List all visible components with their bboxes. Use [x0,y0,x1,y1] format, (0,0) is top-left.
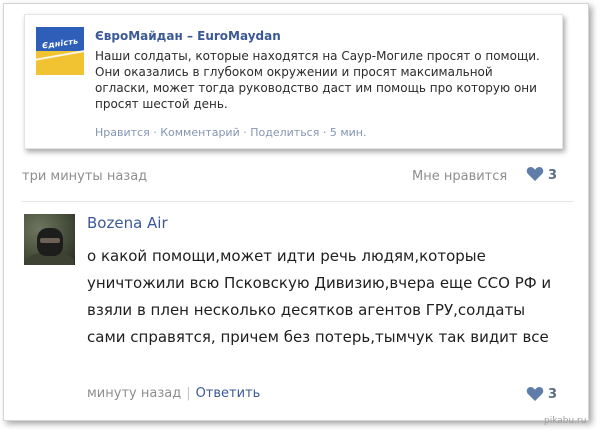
reply-link[interactable]: Ответить [196,386,261,401]
commenter-avatar[interactable] [24,214,75,265]
watermark: pikabu.ru [544,416,587,426]
separator: · [243,126,247,139]
heart-icon[interactable] [526,386,544,402]
separator: | [186,386,191,401]
post-comment-link[interactable]: Комментарий [160,126,240,139]
commenter-name[interactable]: Bozena Air [87,214,168,232]
like-button[interactable]: Мне нравится [412,169,507,184]
separator: · [322,126,327,139]
like-count: 3 [548,387,558,402]
avatar-eyes [40,238,60,243]
post-actions: Нравится · Комментарий · Поделиться · 5 … [95,126,367,139]
quoted-post-card: Єдність ЄвроМайдан – EuroMaydan Наши сол… [24,14,563,149]
post-timestamp[interactable]: 5 мин. [330,126,367,139]
post-text: Наши солдаты, которые находятся на Саур-… [95,49,540,111]
comment-divider [22,201,574,202]
post-like-link[interactable]: Нравится [95,126,150,139]
comment-timestamp[interactable]: минуту назад [87,386,181,401]
comment-timestamp[interactable]: три минуты назад [22,169,147,184]
screenshot-frame: Єдність ЄвроМайдан – EuroMaydan Наши сол… [3,3,589,421]
post-author[interactable]: ЄвроМайдан – EuroMaydan [95,29,281,43]
comment-meta: минуту назад | Ответить [87,386,260,401]
like-count: 3 [548,168,558,183]
comment-text: о какой помощи,может идти речь людям,кот… [87,247,552,346]
page-avatar[interactable]: Єдність [36,27,84,75]
heart-icon[interactable] [526,166,544,182]
avatar-logo-text: Єдність [41,36,79,51]
avatar-stripe [36,48,84,62]
post-share-link[interactable]: Поделиться [250,126,319,139]
separator: · [153,126,157,139]
